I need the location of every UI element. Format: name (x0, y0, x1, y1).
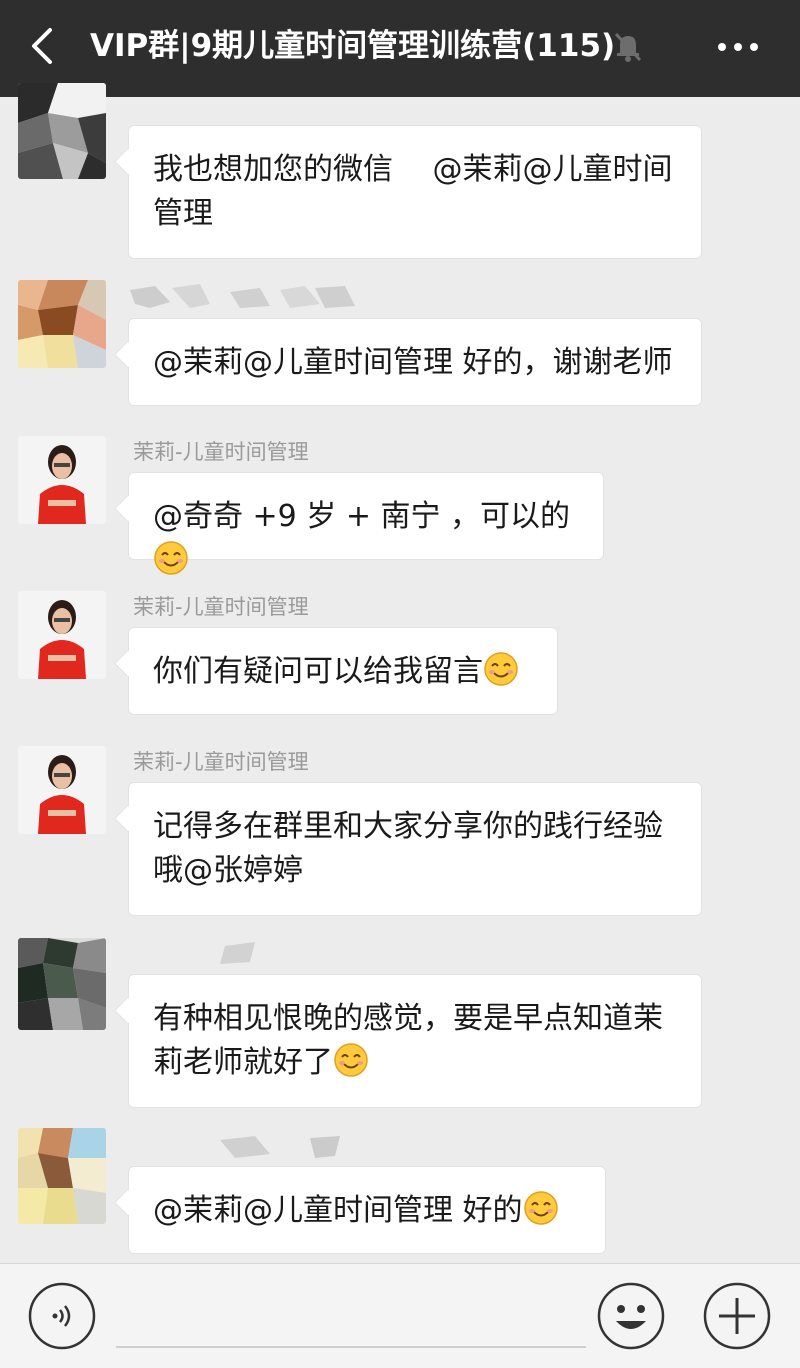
message-bubble[interactable]: @茉莉@儿童时间管理 好的，谢谢老师 (128, 318, 702, 406)
message-text: @茉莉@儿童时间管理 好的，谢谢老师 (153, 345, 673, 380)
smiling-face-emoji (484, 652, 518, 686)
message-text: 我也想加您的微信 @茉莉@儿童时间管理 (153, 152, 673, 231)
message-bubble[interactable]: 有种相见恨晚的感觉，要是早点知道茉莉老师就好了 (128, 974, 702, 1108)
bell-off-icon (614, 32, 642, 62)
message-text: @奇奇 +9 岁 + 南宁 ，可以的 (153, 499, 571, 534)
avatar[interactable] (18, 83, 106, 179)
smiling-face-emoji (334, 1043, 368, 1077)
sender-name: 茉莉-儿童时间管理 (133, 750, 309, 774)
sender-name-blurred (130, 284, 355, 308)
message-input[interactable] (116, 1284, 586, 1348)
sender-name-blurred (220, 1136, 340, 1158)
avatar[interactable] (18, 746, 106, 834)
voice-icon[interactable] (27, 1281, 97, 1351)
chat-header: VIP群|9期儿童时间管理训练营(115) (0, 0, 800, 97)
chevron-left-icon[interactable] (28, 26, 58, 66)
sender-name: 茉莉-儿童时间管理 (133, 595, 309, 619)
message-bubble[interactable]: @茉莉@儿童时间管理 好的 (128, 1166, 606, 1254)
smiley-icon[interactable] (596, 1281, 666, 1351)
smiling-face-emoji (523, 1191, 558, 1225)
avatar[interactable] (18, 938, 106, 1030)
message-bubble[interactable]: 你们有疑问可以给我留言 (128, 627, 558, 715)
plus-icon[interactable] (702, 1281, 772, 1351)
message-bubble[interactable]: 记得多在群里和大家分享你的践行经验哦@张婷婷 (128, 782, 702, 916)
smiling-face-emoji (154, 541, 188, 575)
avatar[interactable] (18, 1128, 106, 1224)
input-bar (0, 1263, 800, 1368)
avatar[interactable] (18, 280, 106, 368)
chat-title: VIP群|9期儿童时间管理训练营(115) (90, 28, 616, 64)
message-text: 你们有疑问可以给我留言 (153, 654, 483, 689)
avatar[interactable] (18, 436, 106, 524)
message-bubble[interactable]: 我也想加您的微信 @茉莉@儿童时间管理 (128, 125, 702, 259)
avatar[interactable] (18, 591, 106, 679)
sender-name-blurred (220, 942, 255, 964)
message-text: @茉莉@儿童时间管理 好的 (153, 1193, 523, 1228)
message-text: 有种相见恨晚的感觉，要是早点知道茉莉老师就好了 (153, 1001, 663, 1080)
sender-name: 茉莉-儿童时间管理 (133, 440, 309, 464)
message-bubble[interactable]: @奇奇 +9 岁 + 南宁 ，可以的 (128, 472, 604, 575)
message-text: 记得多在群里和大家分享你的践行经验哦@张婷婷 (153, 809, 663, 888)
more-dots-icon[interactable] (716, 30, 760, 64)
